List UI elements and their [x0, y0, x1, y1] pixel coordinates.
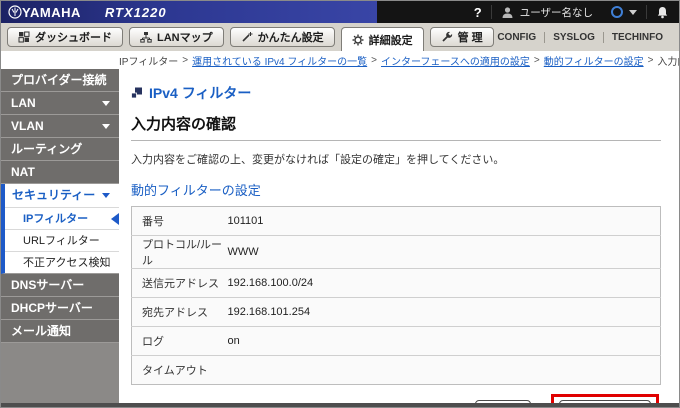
brand-area: YAMAHA RTX1220 — [1, 1, 377, 23]
sidebar-subitem-label: IPフィルター — [23, 213, 89, 225]
sidebar-item-dhcp-server[interactable]: DHCPサーバー — [1, 297, 119, 320]
breadcrumb-item-current: 入力内容の確認 — [657, 56, 679, 68]
section-title: IPv4 フィルター — [149, 85, 252, 101]
row-label: 送信元アドレス — [142, 278, 219, 290]
sidebar-item-provider[interactable]: プロバイダー接続 — [1, 69, 119, 92]
breadcrumb-item: IPフィルター — [119, 56, 179, 68]
tab-label: LANマップ — [157, 32, 213, 44]
row-value: 101101 — [227, 215, 264, 227]
selected-arrow-icon — [111, 213, 119, 225]
row-value: 192.168.100.0/24 — [227, 277, 314, 289]
row-value: WWW — [227, 246, 259, 258]
row-value: 192.168.101.254 — [227, 306, 311, 318]
sidebar-item-vlan[interactable]: VLAN — [1, 115, 119, 138]
subsection-title: 動的フィルターの設定 — [131, 183, 261, 198]
row-label: 宛先アドレス — [142, 307, 208, 319]
header-actions: ? ユーザー名なし — [377, 1, 679, 23]
sidebar-item-label: セキュリティー — [12, 188, 96, 202]
row-value: on — [227, 335, 240, 347]
tab-dashboard[interactable]: ダッシュボード — [7, 27, 123, 47]
sidebar-item-label: LAN — [11, 96, 36, 110]
sidebar-subitem-intrusion-detection[interactable]: 不正アクセス検知 — [5, 251, 119, 273]
sidebar-security-section: セキュリティー IPフィルター URLフィルター 不正アクセス検知 — [1, 184, 119, 274]
breadcrumb-separator: > — [182, 54, 189, 66]
confirmation-message: 入力内容をご確認の上、変更がなければ「設定の確定」を押してください。 — [131, 154, 505, 166]
row-value — [228, 356, 661, 385]
row-label: ログ — [142, 336, 164, 348]
lanmap-icon — [140, 32, 152, 43]
row-label: 番号 — [142, 216, 164, 228]
chevron-down-icon — [102, 124, 110, 129]
ipv4-section-icon — [131, 87, 142, 99]
sidebar-item-dns-server[interactable]: DNSサーバー — [1, 274, 119, 297]
brand-name: YAMAHA — [22, 4, 81, 20]
top-header-bar: YAMAHA RTX1220 ? ユーザー名なし — [1, 1, 679, 23]
notification-bell-icon[interactable] — [656, 6, 669, 19]
wrench-icon — [441, 31, 452, 42]
table-row: 送信元アドレス 192.168.100.0/24 — [131, 269, 661, 298]
divider — [131, 140, 661, 141]
chevron-down-icon — [102, 193, 110, 198]
breadcrumb-separator: > — [647, 54, 654, 66]
page-title: 入力内容の確認 — [131, 116, 237, 133]
table-row: 番号 101101 — [131, 207, 661, 236]
router-admin-page: YAMAHA RTX1220 ? ユーザー名なし ダッシュボード LANマップ … — [0, 0, 680, 408]
table-row: 宛先アドレス 192.168.101.254 — [131, 298, 661, 327]
status-ring-icon[interactable] — [611, 6, 623, 18]
tab-label: ダッシュボード — [35, 32, 112, 44]
window-bottom-edge — [1, 403, 679, 407]
utility-links: CONFIG SYSLOG TECHINFO — [489, 23, 671, 51]
tab-label: 管 理 — [457, 32, 483, 44]
table-row: プロトコル/ルール WWW — [131, 236, 661, 269]
easy-setup-icon — [242, 32, 253, 42]
confirmation-table: 番号 101101 プロトコル/ルール WWW 送信元アドレス 192.168.… — [131, 206, 661, 385]
user-icon — [502, 6, 513, 18]
breadcrumb: IPフィルター > 運用されている IPv4 フィルターの一覧 > インターフェ… — [1, 51, 679, 69]
yamaha-logo-icon — [8, 5, 22, 19]
sidebar-item-lan[interactable]: LAN — [1, 92, 119, 115]
divider — [490, 5, 492, 19]
row-label: タイムアウト — [142, 365, 208, 377]
table-row: タイムアウト — [132, 356, 661, 385]
breadcrumb-separator: > — [533, 54, 540, 66]
config-link[interactable]: CONFIG — [489, 32, 544, 43]
techinfo-link[interactable]: TECHINFO — [604, 32, 671, 43]
tab-management[interactable]: 管 理 — [429, 27, 494, 47]
breadcrumb-separator: > — [371, 54, 378, 66]
section-heading: IPv4 フィルター — [131, 83, 663, 103]
tab-easy-setup[interactable]: かんたん設定 — [229, 27, 335, 47]
tab-label: 詳細設定 — [368, 34, 413, 47]
sidebar: プロバイダー接続 LAN VLAN ルーティング NAT セキュリティー IPフ… — [1, 69, 119, 403]
username-label: ユーザー名なし — [519, 6, 593, 19]
tab-label: かんたん設定 — [257, 32, 324, 44]
breadcrumb-link[interactable]: 運用されている IPv4 フィルターの一覧 — [192, 53, 367, 68]
syslog-link[interactable]: SYSLOG — [545, 32, 603, 43]
breadcrumb-link[interactable]: インターフェースへの適用の設定 — [381, 53, 530, 68]
divider — [646, 5, 647, 19]
sidebar-subitem-url-filter[interactable]: URLフィルター — [5, 229, 119, 251]
table-row: ログ on — [131, 327, 661, 356]
tab-advanced-settings[interactable]: 詳細設定 — [340, 27, 424, 51]
user-area[interactable]: ユーザー名なし — [501, 5, 593, 20]
gear-icon — [352, 34, 364, 45]
sidebar-item-nat[interactable]: NAT — [1, 161, 119, 184]
sidebar-subitem-ip-filter[interactable]: IPフィルター — [5, 207, 119, 229]
dashboard-icon — [18, 31, 30, 43]
sidebar-item-label: VLAN — [11, 119, 44, 133]
sidebar-filler — [1, 343, 119, 403]
sidebar-item-mail-notification[interactable]: メール通知 — [1, 320, 119, 343]
main-content: IPv4 フィルター 入力内容の確認 入力内容をご確認の上、変更がなければ「設定… — [119, 69, 679, 407]
breadcrumb-link[interactable]: 動的フィルターの設定 — [544, 53, 644, 68]
sidebar-item-security[interactable]: セキュリティー — [5, 184, 119, 207]
row-label: プロトコル/ルール — [142, 239, 223, 267]
tab-lan-map[interactable]: LANマップ — [129, 27, 224, 47]
main-toolbar: ダッシュボード LANマップ かんたん設定 詳細設定 管 理 CONFIG SY… — [1, 23, 679, 51]
sidebar-item-routing[interactable]: ルーティング — [1, 138, 119, 161]
chevron-down-icon[interactable] — [629, 9, 637, 15]
help-icon[interactable]: ? — [474, 5, 482, 20]
chevron-down-icon — [102, 101, 110, 106]
page-body: プロバイダー接続 LAN VLAN ルーティング NAT セキュリティー IPフ… — [1, 69, 679, 407]
model-name: RTX1220 — [104, 4, 167, 20]
